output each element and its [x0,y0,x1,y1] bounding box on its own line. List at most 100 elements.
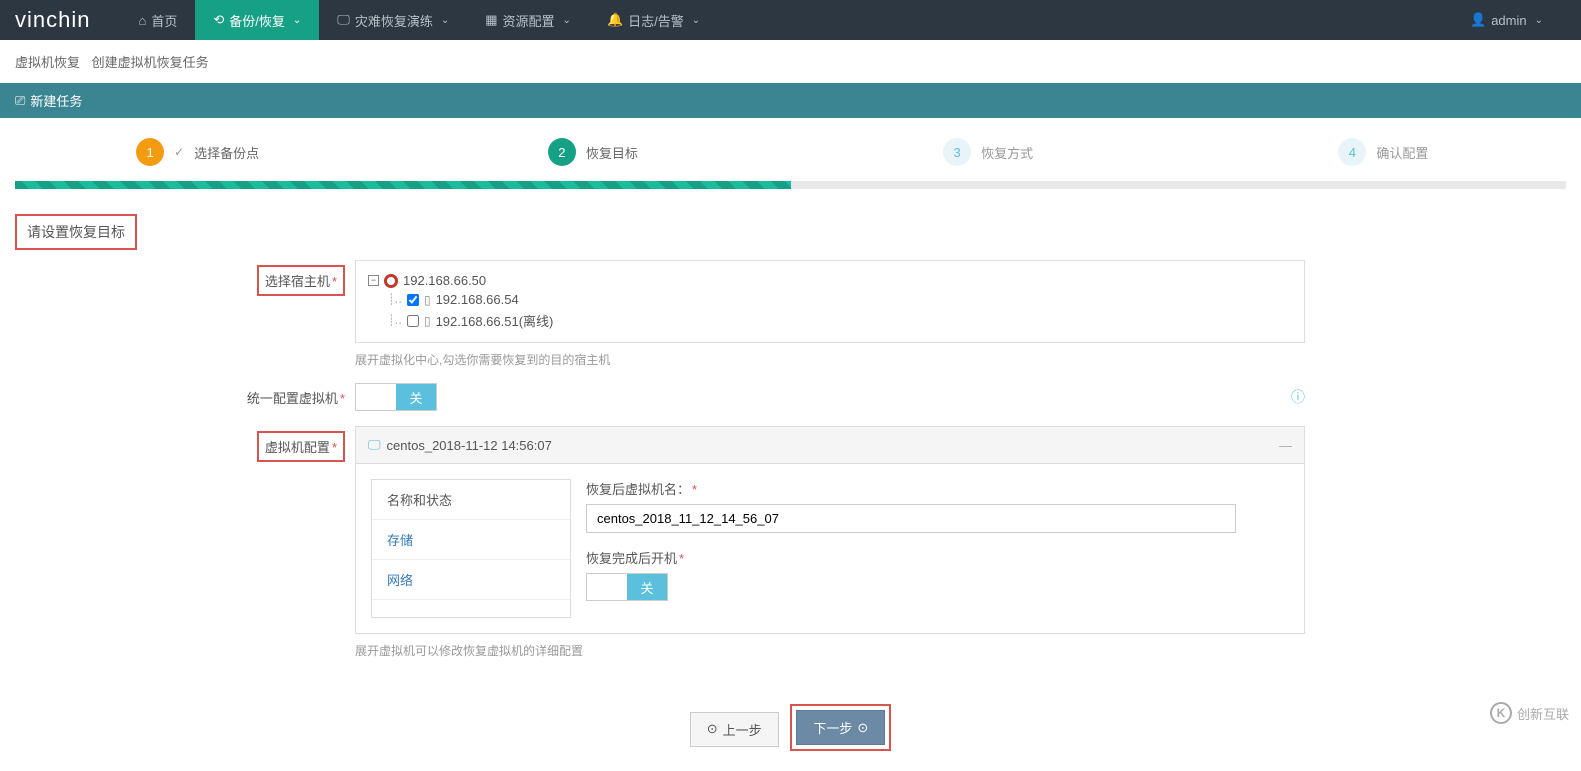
tree-line: ┊‥ [388,293,402,306]
breadcrumb-main: 虚拟机恢复 [15,55,80,70]
boot-toggle[interactable]: 关 [586,573,668,601]
step-2-label: 恢复目标 [586,143,638,162]
form-area: 选择宿主机* − 192.168.66.50 ┊‥ ▯ 192.168.66.5… [0,260,1581,659]
vm-sidebar: 名称和状态 存储 网络 [371,479,571,618]
host-icon [384,274,398,288]
caret-down-icon: ⌄ [692,15,700,26]
step-4-label: 确认配置 [1376,143,1428,162]
arrow-left-icon: ⊙ [707,721,718,737]
panel-title: 新建任务 [30,91,82,110]
next-button-box: 下一步 ⊙ [790,704,891,751]
toggle-off-label: 关 [627,574,667,600]
unified-label-col: 统一配置虚拟机* [15,383,355,411]
next-label: 下一步 [813,718,852,737]
nav-resource[interactable]: ▦ 资源配置 ⌄ [467,0,589,40]
arrow-right-icon: ⊙ [857,720,868,736]
minus-icon[interactable]: — [1279,438,1292,453]
step-1-num: 1 [136,138,164,166]
step-3-num: 3 [943,138,971,166]
nav-user-label: admin [1491,13,1526,28]
nav-home-label: 首页 [151,11,177,30]
tree-child-1[interactable]: ┊‥ ▯ 192.168.66.51(离线) [368,309,1292,332]
panel-header: ⎚ 新建任务 [0,83,1581,118]
tree-child-1-label: 192.168.66.51(离线) [436,311,554,330]
toggle-blank [356,384,396,410]
step-4-num: 4 [1338,138,1366,166]
grid-icon: ▦ [485,12,497,28]
footer-buttons: ⊙ 上一步 下一步 ⊙ [0,674,1581,771]
progress-fill [15,181,791,189]
toggle-blank [587,574,627,600]
vm-name-field: 恢复后虚拟机名：* [586,479,1289,533]
caret-down-icon: ⌄ [563,15,571,26]
unified-toggle[interactable]: 关 [355,383,437,411]
info-icon[interactable]: ⓘ [1291,387,1305,407]
watermark-icon: K [1490,702,1512,724]
vm-panel: 🖵 centos_2018-11-12 14:56:07 — 名称和状态 存储 … [355,426,1305,634]
watermark: K 创新互联 [1490,702,1569,724]
prev-label: 上一步 [723,720,762,739]
host-label: 选择宿主机* [257,265,345,296]
breadcrumb: 虚拟机恢复 创建虚拟机恢复任务 [0,40,1581,83]
nav-items: ⌂ 首页 ⟲ 备份/恢复 ⌄ 🖵 灾难恢复演练 ⌄ ▦ 资源配置 ⌄ 🔔 日志/… [120,0,1452,40]
nav-drill[interactable]: 🖵 灾难恢复演练 ⌄ [319,0,467,40]
unified-content: 关 ⓘ [355,383,1305,411]
step-1[interactable]: 1 ✓ 选择备份点 [0,138,395,166]
tree-child-0[interactable]: ┊‥ ▯ 192.168.66.54 [368,290,1292,309]
unified-row: 统一配置虚拟机* 关 ⓘ [15,383,1566,411]
bell-icon: 🔔 [607,12,623,28]
server-icon: ▯ [424,314,431,328]
user-icon: 👤 [1470,12,1486,28]
nav-log[interactable]: 🔔 日志/告警 ⌄ [589,0,718,40]
vm-title: 🖵 centos_2018-11-12 14:56:07 [368,437,552,453]
vm-body: 名称和状态 存储 网络 恢复后虚拟机名：* [356,464,1304,633]
host-checkbox-1[interactable] [407,315,419,327]
collapse-icon[interactable]: − [368,275,379,286]
vmconfig-hint: 展开虚拟机可以修改恢复虚拟机的详细配置 [355,642,1305,659]
vmconfig-row: 虚拟机配置* 🖵 centos_2018-11-12 14:56:07 — 名称… [15,426,1566,659]
tree-root[interactable]: − 192.168.66.50 [368,271,1292,290]
nav-backup[interactable]: ⟲ 备份/恢复 ⌄ [195,0,319,40]
vmconfig-label-col: 虚拟机配置* [15,426,355,659]
nav-user[interactable]: 👤 admin ⌄ [1452,12,1561,28]
nav-resource-label: 资源配置 [503,11,555,30]
vm-tab-name[interactable]: 名称和状态 [372,480,570,520]
vm-boot-label: 恢复完成后开机* [586,548,1289,567]
monitor-icon: 🖵 [337,12,350,28]
host-hint: 展开虚拟化中心,勾选你需要恢复到的目的宿主机 [355,351,1305,368]
vm-name-input[interactable] [586,504,1236,533]
next-button[interactable]: 下一步 ⊙ [796,710,885,745]
tree-line: ┊‥ [388,314,402,327]
prev-button[interactable]: ⊙ 上一步 [690,712,779,747]
vm-name-text: centos_2018-11-12 14:56:07 [387,438,552,453]
server-icon: ▯ [424,293,431,307]
toggle-off-label: 关 [396,384,436,410]
nav-home[interactable]: ⌂ 首页 [120,0,195,40]
step-1-label: 选择备份点 [194,143,259,162]
step-4[interactable]: 4 确认配置 [1186,138,1581,166]
step-3[interactable]: 3 恢复方式 [791,138,1186,166]
vm-boot-field: 恢复完成后开机* 关 [586,548,1289,603]
home-icon: ⌂ [138,13,146,28]
host-content: − 192.168.66.50 ┊‥ ▯ 192.168.66.54 ┊‥ ▯ [355,260,1305,368]
unified-toggle-wrap: 关 ⓘ [355,383,1305,411]
vm-form: 恢复后虚拟机名：* 恢复完成后开机* 关 [586,479,1289,618]
tree-child-0-label: 192.168.66.54 [436,292,519,307]
progress-bar [15,181,1566,189]
vm-name-label: 恢复后虚拟机名：* [586,479,1289,498]
top-nav: vinchin ⌂ 首页 ⟲ 备份/恢复 ⌄ 🖵 灾难恢复演练 ⌄ ▦ 资源配置… [0,0,1581,40]
host-label-col: 选择宿主机* [15,260,355,368]
unified-label: 统一配置虚拟机* [247,388,345,407]
check-icon: ✓ [174,145,184,159]
vm-tab-storage[interactable]: 存储 [372,520,570,560]
caret-down-icon: ⌄ [293,15,301,26]
host-row: 选择宿主机* − 192.168.66.50 ┊‥ ▯ 192.168.66.5… [15,260,1566,368]
brand-logo: vinchin [15,7,90,33]
step-2[interactable]: 2 恢复目标 [395,138,790,166]
vm-header[interactable]: 🖵 centos_2018-11-12 14:56:07 — [356,427,1304,464]
host-checkbox-0[interactable] [407,294,419,306]
vm-tab-network[interactable]: 网络 [372,560,570,600]
cube-icon: ⎚ [15,93,25,109]
monitor-icon: 🖵 [368,437,381,453]
caret-down-icon: ⌄ [1535,15,1543,26]
